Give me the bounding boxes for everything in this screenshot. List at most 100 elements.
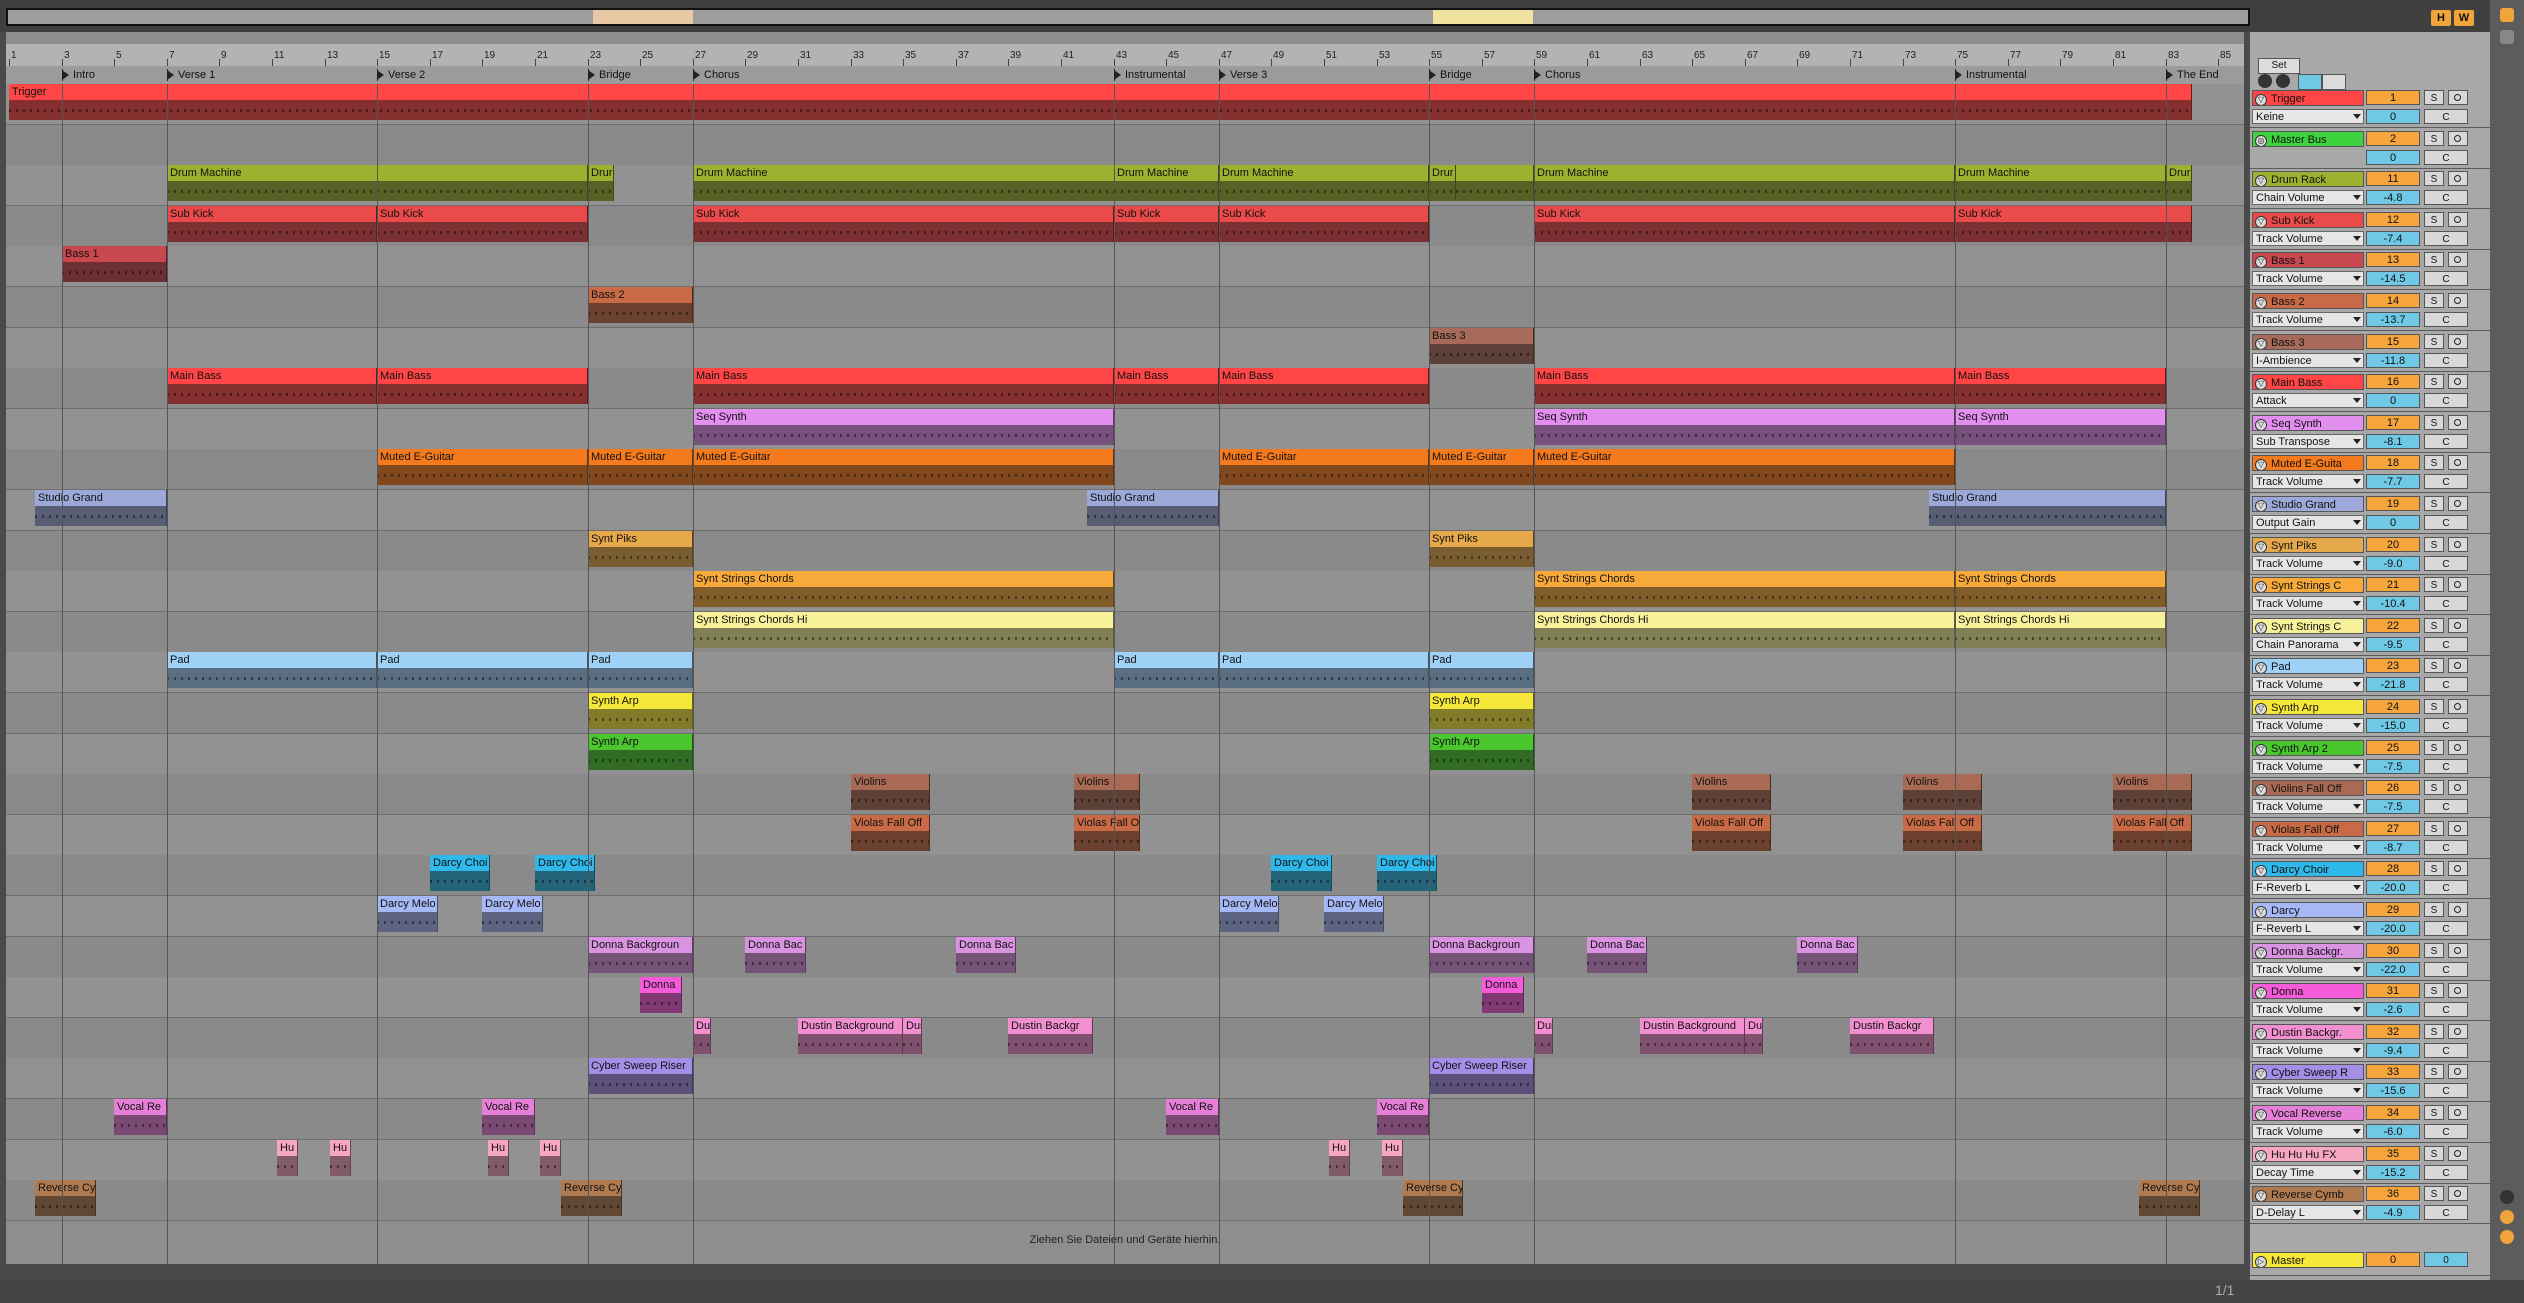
solo-button[interactable]: S [2424,577,2444,592]
track-activator[interactable]: 24 [2366,699,2420,714]
fold-icon[interactable]: ▽ [2255,175,2267,186]
track-activator[interactable]: 36 [2366,1186,2420,1201]
volume-value[interactable]: -7.4 [2366,231,2420,246]
automation-selector[interactable]: Track Volume [2252,962,2364,977]
track-name[interactable]: ▽ Darcy [2252,902,2364,918]
clip[interactable]: Reverse Cy [1403,1180,1463,1216]
solo-button[interactable]: S [2424,374,2444,389]
loop-icon[interactable] [2500,1230,2514,1244]
pan-button[interactable]: C [2424,840,2468,855]
track-mixer[interactable]: Set ▽ Trigger Keine 1 0 S C ◎ Master Bus 2 0 S C ▽ Dru… [2250,32,2490,1280]
clip[interactable]: Hu [488,1140,509,1176]
clip[interactable]: Donna [1482,977,1524,1013]
track-header[interactable]: ▽ Main Bass Attack 16 0 S C [2250,372,2490,412]
automation-selector[interactable]: Track Volume [2252,799,2364,814]
clip[interactable]: Hu [330,1140,351,1176]
solo-button[interactable]: S [2424,821,2444,836]
volume-value[interactable]: -9.4 [2366,1043,2420,1058]
track-name[interactable]: ▽ Donna [2252,983,2364,999]
track-lane[interactable]: Hu Hu Hu Hu Hu Hu [6,1140,2244,1181]
track-lane[interactable]: Studio Grand Studio Grand Studio Grand [6,490,2244,531]
arm-button[interactable] [2448,618,2468,633]
menu-icon[interactable] [2500,8,2514,22]
track-header[interactable]: ◎ Master Bus 2 0 S C [2250,129,2490,169]
clip[interactable]: Synth Arp [588,693,693,729]
fold-icon[interactable]: ▽ [2255,297,2267,308]
pan-button[interactable]: C [2424,150,2468,165]
track-header[interactable]: ▽ Dustin Backgr. Track Volume 32 -9.4 S C [2250,1022,2490,1062]
track-activator[interactable]: 32 [2366,1024,2420,1039]
clip[interactable]: Synt Strings Chords [693,571,1114,607]
track-name[interactable]: ▽ Synth Arp [2252,699,2364,715]
clip[interactable]: Muted E-Guitar [377,449,588,485]
clip[interactable]: Studio Grand [1929,490,2166,526]
volume-value[interactable]: -8.7 [2366,840,2420,855]
clip[interactable]: Muted E-Guitar [1219,449,1429,485]
track-name[interactable]: ▽ Trigger [2252,90,2364,106]
automation-selector[interactable]: Chain Volume [2252,190,2364,205]
clip[interactable]: Darcy Choi [535,855,595,891]
automation-selector[interactable]: Track Volume [2252,677,2364,692]
clip[interactable]: Dus [693,1018,711,1054]
volume-value[interactable]: -7.5 [2366,759,2420,774]
volume-value[interactable]: -4.8 [2366,190,2420,205]
clip[interactable]: Synt Strings Chords [1955,571,2166,607]
track-lane[interactable]: Bass 2 [6,287,2244,328]
locator-bridge[interactable]: Bridge [1429,69,1472,81]
track-lane[interactable]: Pad Pad Pad Pad Pad Pad [6,652,2244,693]
track-name[interactable]: ▽ Studio Grand [2252,496,2364,512]
arrangement-overview[interactable]: H W [0,0,2524,32]
master-volume[interactable]: 0 [2424,1252,2468,1267]
track-activator[interactable]: 18 [2366,455,2420,470]
track-name[interactable]: ◎ Master Bus [2252,131,2364,147]
pan-button[interactable]: C [2424,1124,2468,1139]
track-header[interactable]: ▽ Violins Fall Off Track Volume 26 -7.5 S C [2250,778,2490,818]
clip[interactable]: Main Bass [693,368,1114,404]
fold-icon[interactable]: ▽ [2255,378,2267,389]
arm-button[interactable] [2448,577,2468,592]
fold-icon[interactable]: ▽ [2255,541,2267,552]
volume-value[interactable]: -15.0 [2366,718,2420,733]
volume-value[interactable]: -21.8 [2366,677,2420,692]
clip[interactable]: Seq Synth [1955,409,2166,445]
arm-button[interactable] [2448,780,2468,795]
clip[interactable]: Main Bass [1114,368,1219,404]
solo-button[interactable]: S [2424,90,2444,105]
solo-button[interactable]: S [2424,943,2444,958]
clip[interactable]: Violas Fall Off [851,815,930,851]
clip[interactable]: Hu [540,1140,561,1176]
automation-selector[interactable]: Output Gain [2252,515,2364,530]
track-lane[interactable]: Violas Fall Off Violas Fall O Violas Fall … [6,815,2244,856]
arm-button[interactable] [2448,1064,2468,1079]
fold-icon[interactable]: ▽ [2255,865,2267,876]
track-header[interactable]: ▽ Bass 2 Track Volume 14 -13.7 S C [2250,291,2490,331]
clip[interactable]: Sub Kick [693,206,1114,242]
clip[interactable]: Donna Bac [745,937,806,973]
automation-selector[interactable]: Track Volume [2252,556,2364,571]
volume-value[interactable]: -14.5 [2366,271,2420,286]
panel-icon[interactable] [2500,30,2514,44]
next-locator-icon[interactable] [2276,74,2290,88]
clip[interactable]: Sub Kick [1114,206,1219,242]
clip[interactable]: Drum Machine [1955,165,2166,201]
pan-button[interactable]: C [2424,962,2468,977]
clip[interactable]: Hu [1382,1140,1403,1176]
arm-button[interactable] [2448,1186,2468,1201]
locator-chorus[interactable]: Chorus [693,69,739,81]
pan-button[interactable]: C [2424,190,2468,205]
volume-value[interactable]: 0 [2366,150,2420,165]
h-button[interactable]: H [2431,10,2451,26]
clip[interactable]: Drum Machine [1534,165,1955,201]
clip[interactable]: Darcy Choi [1377,855,1437,891]
volume-value[interactable]: -20.0 [2366,880,2420,895]
pan-button[interactable]: C [2424,231,2468,246]
track-lane[interactable]: Bass 3 [6,328,2244,369]
track-header[interactable]: ▽ Drum Rack Chain Volume 11 -4.8 S C [2250,169,2490,209]
volume-value[interactable]: -13.7 [2366,312,2420,327]
solo-button[interactable]: S [2424,902,2444,917]
solo-button[interactable]: S [2424,861,2444,876]
volume-value[interactable]: 0 [2366,393,2420,408]
track-lane[interactable]: Bass 1 [6,246,2244,287]
arm-button[interactable] [2448,740,2468,755]
arm-button[interactable] [2448,1146,2468,1161]
